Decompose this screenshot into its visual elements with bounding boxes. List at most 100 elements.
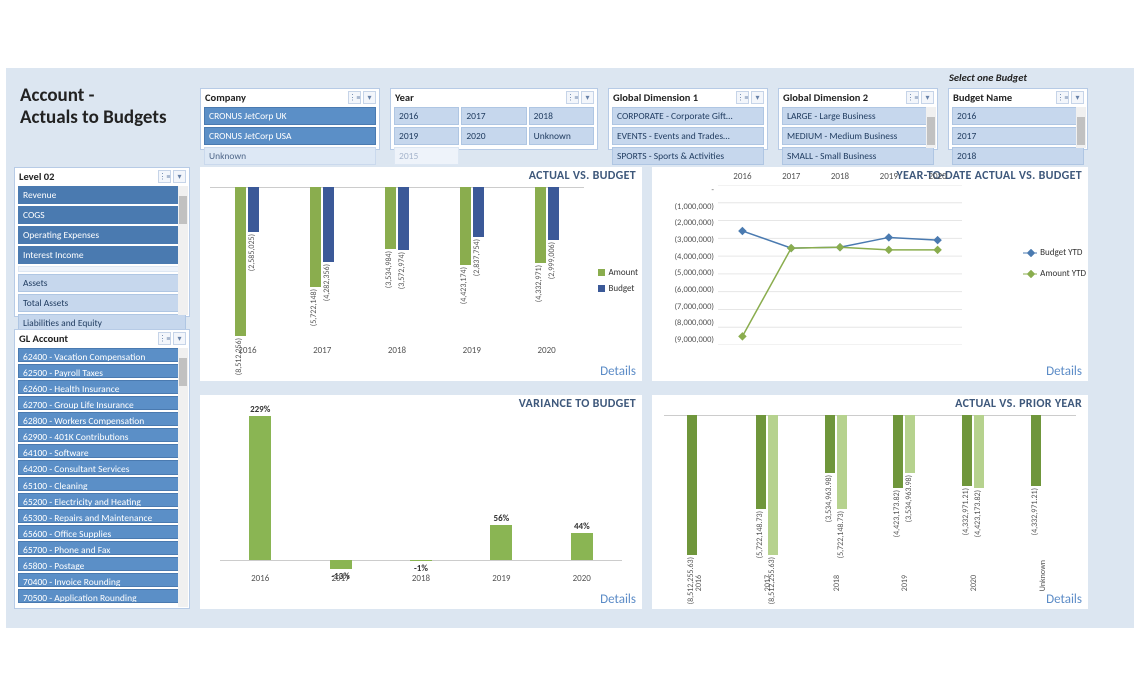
slicer-label: GL Account bbox=[19, 332, 68, 345]
slicer-item[interactable]: SPORTS - Sports & Activities bbox=[612, 147, 764, 165]
slicer-item[interactable]: 65600 - Office Supplies bbox=[18, 525, 186, 539]
multiselect-icon[interactable]: ⋮≡ bbox=[348, 91, 361, 104]
slicer-item[interactable]: 2017 bbox=[952, 127, 1084, 145]
slicer-item[interactable]: Unknown bbox=[204, 147, 376, 165]
slicer-item[interactable]: 65700 - Phone and Fax bbox=[18, 541, 186, 555]
legend-item: Budget bbox=[598, 283, 638, 294]
filter-icon[interactable]: ▾ bbox=[363, 91, 376, 104]
category-label: 2018 bbox=[832, 575, 842, 591]
slicer-item[interactable]: 70400 - Invoice Rounding bbox=[18, 573, 186, 587]
slicer-item[interactable]: 65800 - Postage bbox=[18, 557, 186, 571]
slicer-header: Year ⋮≡ ▾ bbox=[391, 89, 597, 107]
filter-icon[interactable]: ▾ bbox=[173, 332, 186, 345]
multiselect-icon[interactable]: ⋮≡ bbox=[1056, 91, 1069, 104]
chart-title: VARIANCE TO BUDGET bbox=[519, 397, 636, 411]
slicer-item[interactable]: CORPORATE - Corporate Gift… bbox=[612, 107, 764, 125]
filter-icon[interactable]: ▾ bbox=[1071, 91, 1084, 104]
slicer-item[interactable]: 70500 - Application Rounding bbox=[18, 589, 186, 603]
slicer-item[interactable]: 2019 bbox=[394, 127, 459, 145]
slicer-item[interactable]: 64100 - Software bbox=[18, 444, 186, 458]
details-link[interactable]: Details bbox=[600, 592, 636, 607]
bar-label: 229% bbox=[242, 404, 278, 415]
slicer-item[interactable]: SMALL - Small Business bbox=[782, 147, 934, 165]
slicer-gd1[interactable]: Global Dimension 1 ⋮≡ ▾ CORPORATE - Corp… bbox=[608, 88, 768, 150]
slicer-item[interactable]: Unknown bbox=[529, 127, 594, 145]
slicer-item[interactable]: 62500 - Payroll Taxes bbox=[18, 364, 186, 378]
slicer-label: Budget Name bbox=[953, 91, 1012, 104]
legend: Amount Budget bbox=[598, 267, 638, 294]
slicer-item[interactable]: CRONUS JetCorp UK bbox=[204, 107, 376, 125]
slicer-item[interactable] bbox=[18, 266, 186, 272]
scrollbar[interactable] bbox=[178, 348, 188, 607]
filter-icon[interactable]: ▾ bbox=[581, 91, 594, 104]
slicer-item[interactable]: 2020 bbox=[461, 127, 526, 145]
slicer-item[interactable]: Revenue bbox=[18, 186, 186, 204]
slicer-item[interactable]: 62800 - Workers Compensation bbox=[18, 412, 186, 426]
slicer-gd2[interactable]: Global Dimension 2 ⋮≡ ▾ LARGE - Large Bu… bbox=[778, 88, 938, 150]
bar bbox=[460, 187, 471, 265]
slicer-budget[interactable]: Select one Budget Budget Name ⋮≡ ▾ 20162… bbox=[948, 88, 1088, 150]
slicer-item[interactable]: 2016 bbox=[394, 107, 459, 125]
slicer-item[interactable]: CRONUS JetCorp USA bbox=[204, 127, 376, 145]
title-line2: Actuals to Budgets bbox=[20, 107, 167, 129]
slicer-item[interactable]: LARGE - Large Business bbox=[782, 107, 934, 125]
slicer-year[interactable]: Year ⋮≡ ▾ 20162017201820192020Unknown201… bbox=[390, 88, 598, 150]
bar bbox=[905, 415, 915, 473]
slicer-item[interactable]: 2018 bbox=[529, 107, 594, 125]
multiselect-icon[interactable]: ⋮≡ bbox=[906, 91, 919, 104]
slicer-item[interactable]: COGS bbox=[18, 206, 186, 224]
slicer-item[interactable]: 62600 - Health Insurance bbox=[18, 380, 186, 394]
bar bbox=[473, 187, 484, 237]
bar-label: (4,332,971) bbox=[534, 265, 544, 302]
slicer-header: Budget Name ⋮≡ ▾ bbox=[949, 89, 1087, 107]
bar bbox=[571, 533, 593, 561]
legend-item: Amount bbox=[598, 267, 638, 278]
slicer-item[interactable]: 2015 bbox=[394, 147, 459, 165]
details-link[interactable]: Details bbox=[1046, 592, 1082, 607]
slicer-item[interactable]: Assets bbox=[18, 274, 186, 292]
slicer-item[interactable]: 62700 - Group Life Insurance bbox=[18, 396, 186, 410]
bar bbox=[974, 415, 984, 488]
filter-icon[interactable]: ▾ bbox=[921, 91, 934, 104]
slicer-item[interactable]: Operating Expenses bbox=[18, 226, 186, 244]
bar-label: -1% bbox=[403, 563, 439, 574]
slicer-item[interactable]: Interest Income bbox=[18, 246, 186, 264]
bar-label: (3,534,963.98) bbox=[824, 475, 834, 522]
slicer-item[interactable]: 65200 - Electricity and Heating bbox=[18, 493, 186, 507]
scrollbar[interactable] bbox=[926, 107, 936, 148]
slicer-item[interactable]: EVENTS - Events and Trades… bbox=[612, 127, 764, 145]
slicer-level02[interactable]: Level 02 ⋮≡ ▾ RevenueCOGSOperating Expen… bbox=[14, 167, 190, 317]
slicer-item[interactable]: 62400 - Vacation Compensation bbox=[18, 348, 186, 362]
category-label: 2020 bbox=[969, 575, 979, 591]
filter-icon[interactable]: ▾ bbox=[173, 170, 186, 183]
details-link[interactable]: Details bbox=[600, 364, 636, 379]
multiselect-icon[interactable]: ⋮≡ bbox=[736, 91, 749, 104]
slicer-glaccount[interactable]: GL Account ⋮≡ ▾ 62400 - Vacation Compens… bbox=[14, 329, 190, 609]
slicer-company[interactable]: Company ⋮≡ ▾ CRONUS JetCorp UKCRONUS Jet… bbox=[200, 88, 380, 150]
bar bbox=[535, 187, 546, 263]
slicer-label: Global Dimension 1 bbox=[613, 91, 698, 104]
details-link[interactable]: Details bbox=[1046, 364, 1082, 379]
slicer-item[interactable]: 64200 - Consultant Services bbox=[18, 460, 186, 474]
slicer-header: Global Dimension 1 ⋮≡ ▾ bbox=[609, 89, 767, 107]
scrollbar[interactable] bbox=[178, 186, 188, 315]
slicer-item[interactable]: 2018 bbox=[952, 147, 1084, 165]
slicer-label: Year bbox=[395, 91, 414, 104]
slicer-label: Global Dimension 2 bbox=[783, 91, 868, 104]
slicer-item[interactable]: 65100 - Cleaning bbox=[18, 477, 186, 491]
slicer-item[interactable]: 62900 - 401K Contributions bbox=[18, 428, 186, 442]
title-line1: Account - bbox=[20, 85, 167, 107]
bar-label: (8,512,255.63) bbox=[686, 557, 696, 604]
page-title: Account - Actuals to Budgets bbox=[20, 85, 167, 129]
multiselect-icon[interactable]: ⋮≡ bbox=[566, 91, 579, 104]
multiselect-icon[interactable]: ⋮≡ bbox=[158, 332, 171, 345]
slicer-item[interactable]: Total Assets bbox=[18, 294, 186, 312]
scrollbar[interactable] bbox=[1076, 107, 1086, 148]
slicer-item[interactable]: 2016 bbox=[952, 107, 1084, 125]
filter-icon[interactable]: ▾ bbox=[751, 91, 764, 104]
bar bbox=[548, 187, 559, 240]
slicer-item[interactable]: MEDIUM - Medium Business bbox=[782, 127, 934, 145]
slicer-item[interactable]: 2017 bbox=[461, 107, 526, 125]
slicer-item[interactable]: 65300 - Repairs and Maintenance bbox=[18, 509, 186, 523]
multiselect-icon[interactable]: ⋮≡ bbox=[158, 170, 171, 183]
